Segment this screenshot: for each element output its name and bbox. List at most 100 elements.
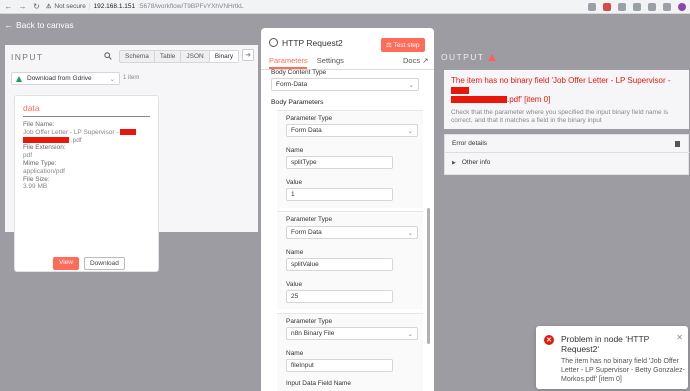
- body-content-type-label: Body Content Type: [271, 69, 327, 76]
- bookmark-icon[interactable]: [588, 2, 596, 11]
- error-icon: ✕: [544, 335, 554, 345]
- docs-label: Docs: [403, 56, 421, 65]
- forward-icon[interactable]: →: [18, 2, 27, 11]
- copy-icon[interactable]: [675, 141, 680, 147]
- extension-icon[interactable]: [603, 2, 611, 11]
- file-name-part: Job Offer Letter - LP Supervisor -: [23, 128, 119, 136]
- mime-type-label: Mime Type:: [23, 159, 57, 167]
- parameter-type-value: n8n Binary File: [291, 330, 335, 337]
- tab-parameters[interactable]: Parameters: [269, 56, 308, 65]
- chevron-down-icon: ⌄: [109, 75, 115, 83]
- parameter-type-select[interactable]: Form Data ⌄: [286, 124, 418, 137]
- caret-right-icon: ▶: [452, 160, 456, 166]
- mime-type-value: application/pdf: [23, 167, 65, 175]
- tab-json[interactable]: JSON: [181, 51, 210, 62]
- file-name-value: Job Offer Letter - LP Supervisor -: [23, 129, 150, 137]
- globe-icon: [269, 38, 278, 47]
- value-input[interactable]: 25: [286, 290, 393, 303]
- back-to-canvas-button[interactable]: ← Back to canvas: [4, 20, 74, 30]
- scrollbar[interactable]: [427, 208, 430, 344]
- other-info-toggle[interactable]: ▶ Other info: [452, 159, 490, 166]
- body-content-type-value: Form-Data: [276, 81, 308, 88]
- test-step-label: Test step: [393, 42, 420, 49]
- divider: [23, 116, 150, 117]
- extensions-area: [588, 2, 686, 11]
- error-title-part: The item has no binary field 'Job Offer …: [451, 76, 671, 85]
- name-label: Name: [286, 147, 304, 154]
- divider: [445, 152, 690, 153]
- parameter-type-select[interactable]: Form Data ⌄: [286, 226, 418, 239]
- warning-icon: [488, 53, 497, 61]
- test-step-button[interactable]: ⚖ Test step: [381, 38, 425, 52]
- redaction: [451, 96, 507, 104]
- security-label: Not secure: [54, 3, 86, 10]
- error-title: The item has no binary field 'Job Offer …: [451, 76, 682, 105]
- parameter-type-label: Parameter Type: [286, 115, 333, 122]
- file-extension-label: File Extension:: [23, 144, 66, 152]
- value-label: Value: [286, 179, 303, 186]
- google-drive-icon: [16, 75, 23, 82]
- parameter-type-label: Parameter Type: [286, 216, 333, 223]
- toast-message: The item has no binary field 'Job Offer …: [561, 358, 685, 383]
- parameter-type-value: Form Data: [291, 229, 322, 236]
- display-mode-tabs: Schema Table JSON Binary: [119, 50, 240, 63]
- body-content-type-select[interactable]: Form-Data ⌄: [271, 78, 419, 91]
- not-secure-icon: ⚠: [46, 4, 52, 10]
- source-node-select[interactable]: Download from Gdrive ⌄: [11, 72, 120, 85]
- external-link-icon: ↗: [422, 56, 429, 65]
- binary-data-card: data File Name: Job Offer Letter - LP Su…: [14, 95, 159, 272]
- search-icon[interactable]: [104, 52, 112, 60]
- error-title-part: .pdf' [item 0]: [507, 95, 551, 104]
- parameter-type-value: Form Data: [291, 127, 322, 134]
- url-path: :5678/workflow/T9BPFvYXhVNHrtkL: [138, 3, 244, 10]
- name-input[interactable]: splitType: [286, 156, 393, 169]
- url-host: 192.168.1.151: [93, 3, 136, 10]
- tab-schema[interactable]: Schema: [120, 51, 155, 62]
- view-button[interactable]: View: [53, 257, 79, 270]
- download-button[interactable]: Download: [83, 257, 125, 270]
- value-input[interactable]: 1: [286, 188, 393, 201]
- output-heading: OUTPUT: [441, 52, 497, 62]
- extension-icon[interactable]: [618, 2, 626, 11]
- parameter-type-select[interactable]: n8n Binary File ⌄: [286, 327, 418, 340]
- name-input[interactable]: fileInput: [286, 359, 393, 372]
- back-to-canvas-label: Back to canvas: [16, 20, 74, 30]
- divider: |: [88, 3, 91, 10]
- chevron-down-icon: ⌄: [407, 127, 413, 135]
- reload-icon[interactable]: ↻: [32, 2, 41, 11]
- chevron-down-icon: ⌄: [407, 229, 413, 237]
- output-heading-label: OUTPUT: [441, 52, 485, 62]
- name-input[interactable]: splitValue: [286, 258, 393, 271]
- body-parameters-heading: Body Parameters: [271, 99, 324, 106]
- name-label: Name: [286, 249, 304, 256]
- file-name-value-cont: .pdf: [23, 137, 150, 145]
- redaction: [120, 129, 137, 136]
- extension-icon[interactable]: [648, 2, 656, 11]
- chevron-down-icon: ⌄: [407, 330, 413, 338]
- extension-icon[interactable]: [663, 2, 671, 11]
- source-node-label: Download from Gdrive: [27, 75, 92, 82]
- error-description: Check that the parameter where you speci…: [451, 108, 669, 124]
- tab-table[interactable]: Table: [155, 51, 182, 62]
- extension-icon[interactable]: [633, 2, 641, 11]
- back-icon[interactable]: ←: [4, 2, 13, 11]
- profile-avatar[interactable]: [678, 2, 686, 11]
- file-name-label: File Name:: [23, 121, 55, 128]
- docs-link[interactable]: Docs ↗: [403, 56, 428, 65]
- item-count: 1 item: [123, 75, 140, 81]
- redaction: [451, 86, 469, 94]
- pin-data-icon[interactable]: ➜: [242, 49, 254, 61]
- parameter-type-label: Parameter Type: [286, 318, 333, 325]
- value-label: Value: [286, 281, 303, 288]
- tab-binary[interactable]: Binary: [209, 51, 239, 62]
- card-actions: View Download: [53, 257, 125, 270]
- file-size-label: File Size:: [23, 175, 50, 183]
- node-parameters-panel: HTTP Request2 ⚖ Test step Parameters Set…: [261, 28, 434, 391]
- close-icon[interactable]: ✕: [676, 333, 683, 342]
- file-extension-value: pdf: [23, 152, 33, 160]
- address-bar[interactable]: ⚠ Not secure | 192.168.1.151:5678/workfl…: [46, 3, 244, 10]
- node-title[interactable]: HTTP Request2: [282, 38, 343, 48]
- output-error-box: The item has no binary field 'Job Offer …: [444, 70, 689, 129]
- tab-settings[interactable]: Settings: [317, 56, 344, 65]
- error-toast: ✕ Problem in node ‘HTTP Request2‘ ✕ The …: [536, 326, 688, 389]
